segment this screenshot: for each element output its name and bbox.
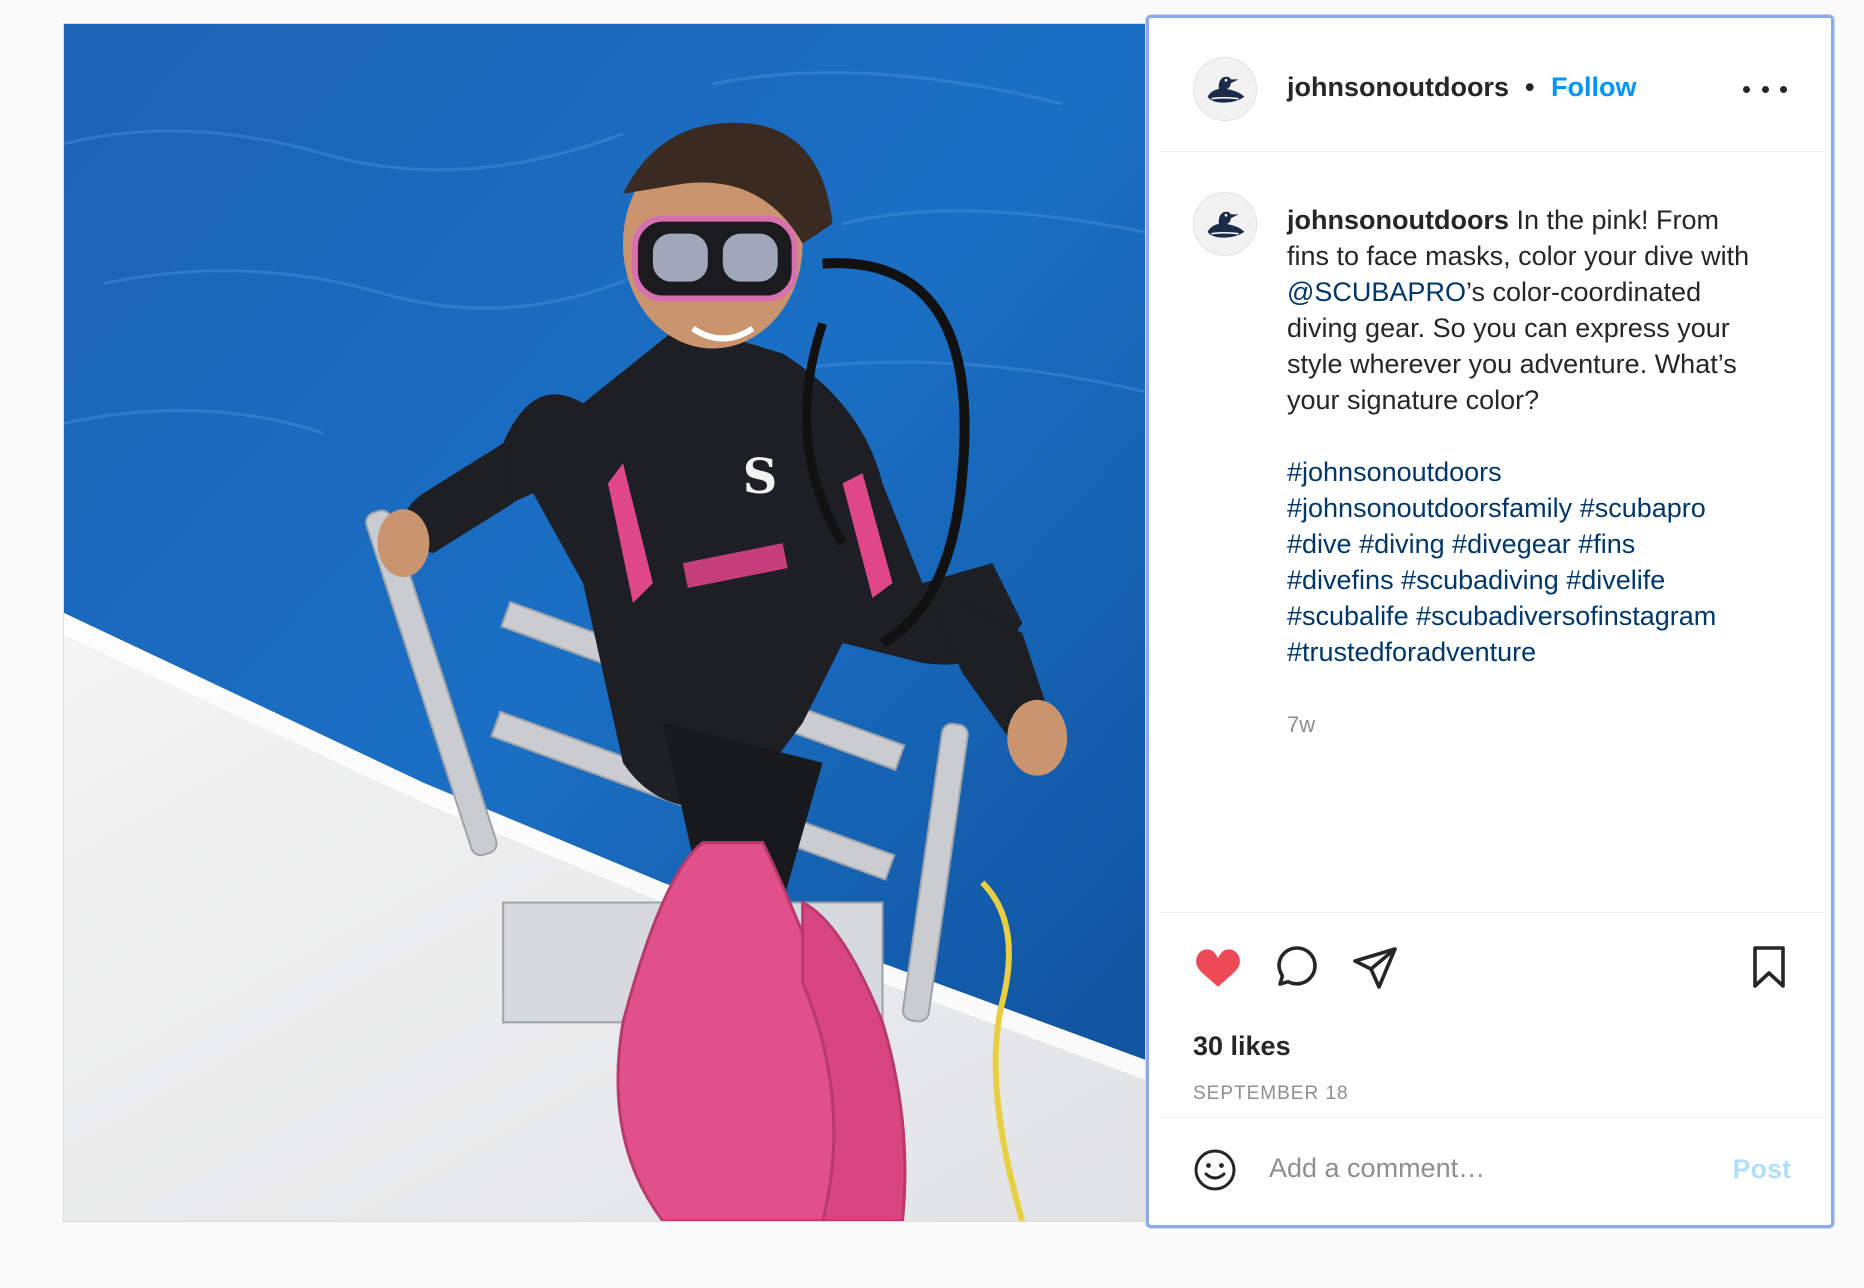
hashtag-list: #johnsonoutdoors #johnsonoutdoorsfamily … — [1287, 454, 1757, 670]
hashtag-link[interactable]: #trustedforadventure — [1287, 637, 1536, 667]
hashtag-link[interactable]: #diving — [1359, 529, 1445, 559]
heart-filled-icon[interactable] — [1193, 943, 1243, 993]
loon-logo-icon — [1194, 58, 1256, 120]
emoji-icon[interactable] — [1193, 1148, 1237, 1197]
hashtag-link[interactable]: #johnsonoutdoors — [1287, 457, 1502, 487]
follow-button[interactable]: Follow — [1551, 72, 1636, 103]
likes-count[interactable]: 30 likes — [1193, 1031, 1291, 1062]
header-username[interactable]: johnsonoutdoors — [1287, 72, 1509, 103]
caption-section: johnsonoutdoors In the pink! From fins t… — [1159, 152, 1825, 912]
caption-avatar[interactable] — [1193, 192, 1257, 256]
caption-text: johnsonoutdoors In the pink! From fins t… — [1287, 202, 1757, 670]
action-bar: 30 likes SEPTEMBER 18 — [1159, 912, 1825, 1137]
post-date: SEPTEMBER 18 — [1193, 1083, 1349, 1104]
post-photo[interactable]: S — [63, 23, 1153, 1222]
avatar[interactable] — [1193, 57, 1257, 121]
hashtag-link[interactable]: #scubapro — [1580, 493, 1706, 523]
hashtag-link[interactable]: #divefins — [1287, 565, 1394, 595]
hashtag-link[interactable]: #johnsonoutdoorsfamily — [1287, 493, 1572, 523]
comment-icon[interactable] — [1273, 943, 1321, 991]
mention-link[interactable]: @SCUBAPRO — [1287, 277, 1466, 307]
post-time-ago[interactable]: 7w — [1287, 712, 1315, 738]
comment-input[interactable] — [1269, 1144, 1709, 1192]
hashtag-link[interactable]: #scubadiving — [1401, 565, 1559, 595]
header-separator: • — [1525, 72, 1535, 102]
svg-text:S: S — [743, 449, 778, 505]
hashtag-link[interactable]: #dive — [1287, 529, 1352, 559]
bookmark-icon[interactable] — [1747, 943, 1791, 991]
hashtag-link[interactable]: #divegear — [1452, 529, 1571, 559]
hashtag-link[interactable]: #divelife — [1566, 565, 1665, 595]
caption-username[interactable]: johnsonoutdoors — [1287, 205, 1509, 235]
hashtag-link[interactable]: #scubadiversofinstagram — [1416, 601, 1716, 631]
comment-form: Post — [1159, 1117, 1825, 1219]
more-options-icon[interactable] — [1743, 78, 1787, 100]
post-header: johnsonoutdoors • Follow — [1159, 24, 1825, 152]
post-comment-button[interactable]: Post — [1732, 1154, 1791, 1185]
diver-image: S — [64, 24, 1152, 1221]
hashtag-link[interactable]: #fins — [1578, 529, 1635, 559]
post-side-panel: johnsonoutdoors • Follow johnsonoutdoors… — [1146, 15, 1834, 1228]
paper-plane-icon[interactable] — [1351, 943, 1399, 991]
hashtag-link[interactable]: #scubalife — [1287, 601, 1409, 631]
loon-logo-icon — [1194, 193, 1256, 255]
